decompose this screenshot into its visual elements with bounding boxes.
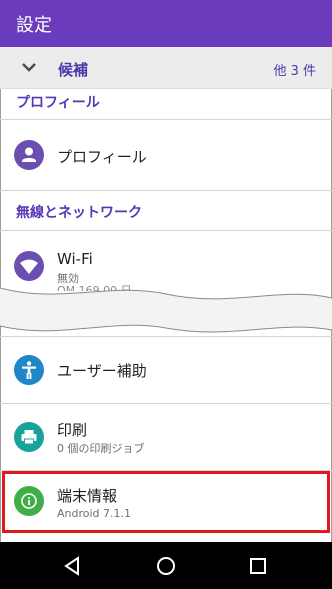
suggestions-more-count: 他 3 件 bbox=[273, 64, 316, 79]
recents-icon[interactable] bbox=[246, 554, 270, 578]
navigation-bar bbox=[0, 542, 332, 589]
settings-item-accessibility[interactable]: ユーザー補助 bbox=[0, 337, 332, 403]
app-title: 設定 bbox=[16, 15, 52, 36]
suggestions-label: 候補 bbox=[58, 61, 89, 79]
cut-text: OM 169.00 日 bbox=[57, 284, 132, 291]
settings-item-profile[interactable]: プロフィール bbox=[0, 120, 332, 190]
suggestions-header[interactable]: 候補 他 3 件 bbox=[0, 47, 332, 89]
section-profile: プロフィール bbox=[16, 95, 100, 111]
accessibility-title: ユーザー補助 bbox=[57, 362, 147, 380]
home-icon[interactable] bbox=[154, 554, 178, 578]
chevron-down-icon[interactable] bbox=[20, 58, 38, 76]
wifi-title: Wi-Fi bbox=[57, 250, 93, 268]
settings-item-printing[interactable]: 印刷 0 個の印刷ジョブ bbox=[0, 404, 332, 470]
wifi-icon bbox=[14, 251, 44, 281]
divider bbox=[0, 190, 332, 191]
section-network: 無線とネットワーク bbox=[16, 205, 142, 221]
app-bar: 設定 bbox=[0, 0, 332, 47]
printing-summary: 0 個の印刷ジョブ bbox=[57, 442, 145, 455]
print-icon bbox=[14, 422, 44, 452]
profile-title: プロフィール bbox=[57, 148, 147, 166]
back-icon[interactable] bbox=[60, 554, 84, 578]
screenshot-cut: OM 169.00 日 bbox=[0, 282, 332, 344]
printing-title: 印刷 bbox=[57, 421, 88, 439]
accessibility-icon bbox=[14, 355, 44, 385]
highlight-box bbox=[2, 471, 330, 533]
person-icon bbox=[14, 140, 44, 170]
